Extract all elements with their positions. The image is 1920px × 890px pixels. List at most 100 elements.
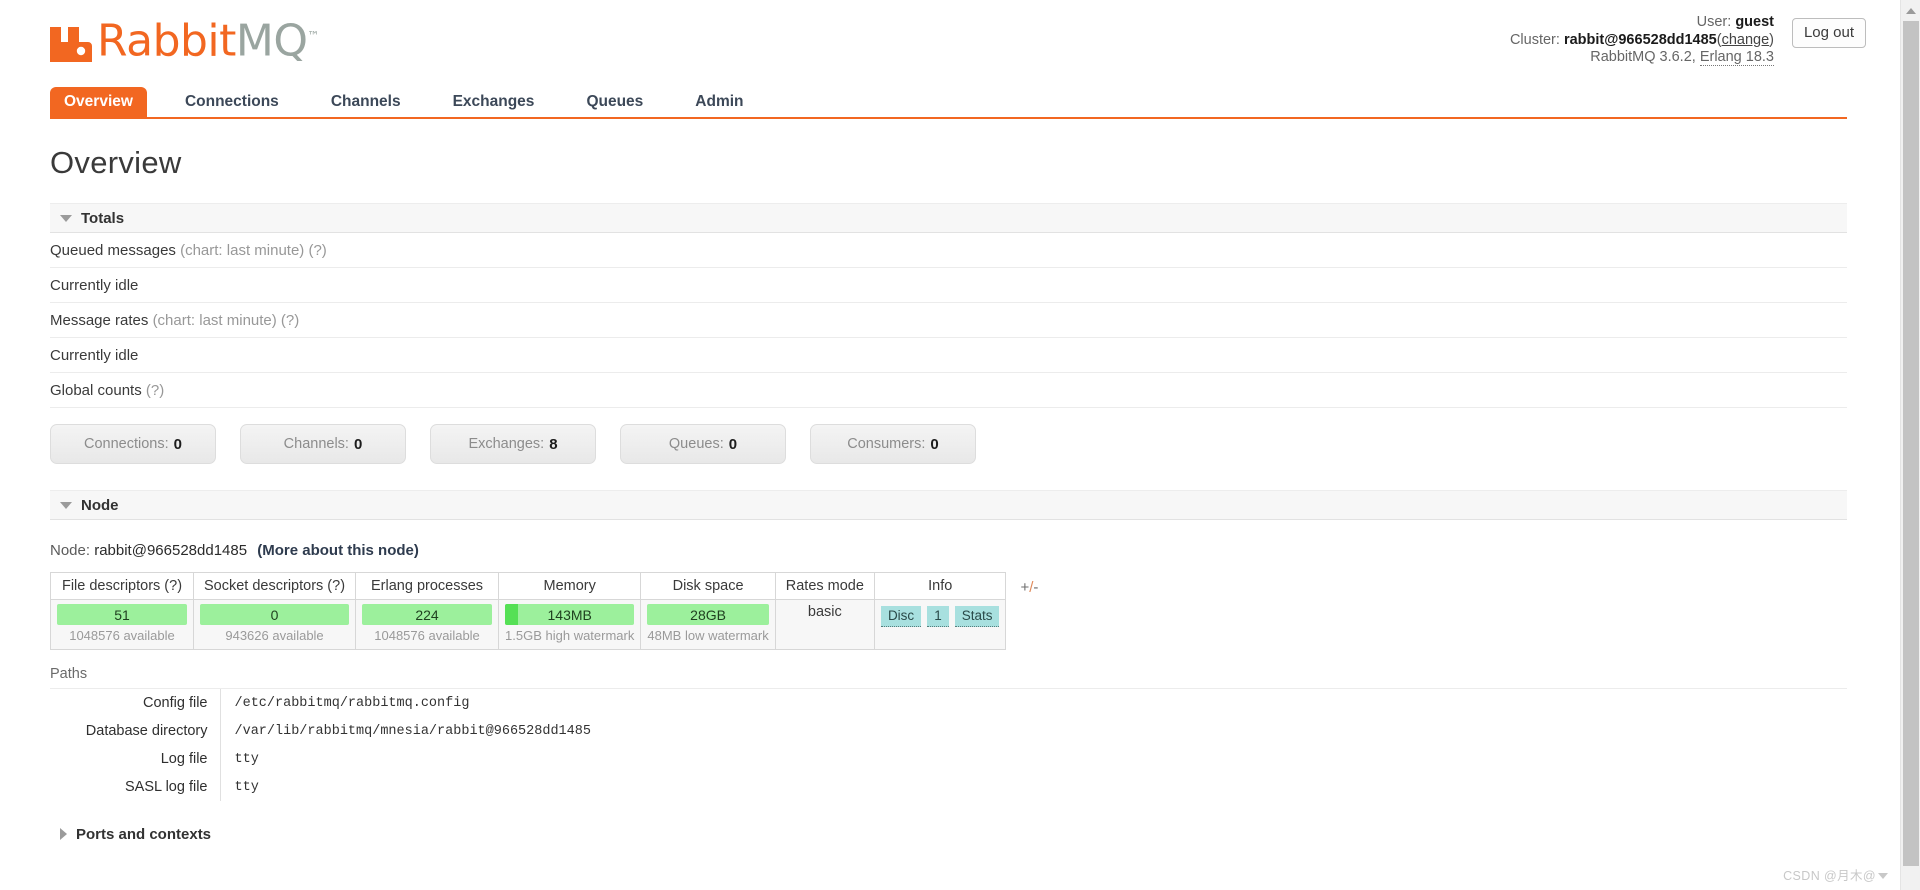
watermark-caret-icon: [1878, 873, 1888, 879]
logo-text-rabbit: Rabbit: [97, 15, 236, 67]
message-rates-note[interactable]: (chart: last minute) (?): [153, 312, 300, 329]
section-header-ports-and-contexts[interactable]: Ports and contexts: [50, 819, 1847, 849]
message-rates-label: Message rates: [50, 312, 149, 329]
info-badge-group: Disc 1 Stats: [880, 604, 1000, 627]
watermark-text: CSDN @月木@: [1783, 869, 1876, 883]
disk-space-note: 48MB low watermark: [647, 628, 769, 643]
rabbitmq-version: RabbitMQ 3.6.2,: [1590, 49, 1696, 65]
memory-bar-fill: [505, 604, 518, 625]
table-row: 51 1048576 available 0 943626 available: [50, 599, 1007, 650]
more-about-node-link[interactable]: (More about this node): [257, 542, 419, 559]
rabbitmq-logo-text: RabbitMQ™: [97, 16, 319, 63]
cell-file-descriptors: 51 1048576 available: [50, 599, 194, 650]
cell-socket-descriptors: 0 943626 available: [192, 599, 357, 650]
count-exchanges-label: Exchanges:: [468, 436, 545, 452]
cell-erlang-processes: 224 1048576 available: [355, 599, 500, 650]
path-label-log-file: Log file: [50, 745, 221, 773]
user-cluster-info: User: guest Cluster: rabbit@966528dd1485…: [1510, 14, 1774, 67]
node-stats-table: File descriptors (?) Socket descriptors …: [50, 572, 1007, 650]
cell-info: Disc 1 Stats: [873, 599, 1007, 650]
badge-stats[interactable]: Stats: [954, 606, 1000, 627]
count-channels[interactable]: Channels: 0: [240, 424, 406, 464]
memory-bar: 143MB: [505, 604, 635, 625]
socket-descriptors-value: 0: [270, 606, 279, 623]
rabbitmq-logo[interactable]: RabbitMQ™: [50, 16, 319, 63]
toggle-columns-button[interactable]: +/-: [1020, 579, 1038, 596]
queued-messages-row: Queued messages (chart: last minute) (?): [50, 233, 1847, 268]
tab-connections[interactable]: Connections: [171, 87, 293, 117]
cluster-change-link[interactable]: change: [1722, 32, 1770, 48]
count-queues-value: 0: [728, 435, 738, 453]
badge-count[interactable]: 1: [927, 606, 949, 627]
message-rates-row: Message rates (chart: last minute) (?): [50, 303, 1847, 338]
tab-admin[interactable]: Admin: [681, 87, 757, 117]
queued-messages-note[interactable]: (chart: last minute) (?): [180, 242, 327, 259]
cluster-row: Cluster: rabbit@966528dd1485(change): [1510, 32, 1774, 50]
count-consumers[interactable]: Consumers: 0: [810, 424, 976, 464]
paths-table: Config file /etc/rabbitmq/rabbitmq.confi…: [50, 689, 591, 801]
tab-overview[interactable]: Overview: [50, 87, 147, 117]
chevron-down-icon: [60, 501, 72, 509]
rabbitmq-management-page: RabbitMQ™ User: guest Cluster: rabbit@96…: [0, 0, 1920, 890]
node-label: Node:: [50, 542, 91, 559]
count-connections-value: 0: [173, 435, 182, 453]
cell-memory: 143MB 1.5GB high watermark: [498, 599, 642, 650]
version-row: RabbitMQ 3.6.2, Erlang 18.3: [1510, 49, 1774, 67]
rabbitmq-logo-icon: [50, 21, 92, 62]
disk-space-value: 28GB: [690, 606, 726, 623]
col-file-descriptors[interactable]: File descriptors (?): [50, 572, 194, 600]
cluster-value: rabbit@966528dd1485: [1563, 31, 1717, 48]
node-stats-header-row: File descriptors (?) Socket descriptors …: [50, 572, 1007, 600]
count-channels-label: Channels:: [283, 436, 349, 452]
cell-rates-mode: basic: [774, 599, 875, 650]
col-disk-space: Disk space: [640, 572, 776, 600]
queued-messages-label: Queued messages: [50, 242, 176, 259]
erlang-processes-bar: 224: [362, 604, 493, 625]
col-erlang-processes: Erlang processes: [355, 572, 500, 600]
section-title-ports-and-contexts: Ports and contexts: [76, 825, 212, 843]
global-counts-buttons: Connections: 0 Channels: 0 Exchanges: 8 Que…: [50, 424, 1900, 464]
page-title: Overview: [50, 145, 182, 180]
chevron-right-icon: [60, 828, 67, 840]
count-connections[interactable]: Connections: 0: [50, 424, 216, 464]
scrollbar-thumb[interactable]: [1903, 21, 1919, 866]
tab-channels[interactable]: Channels: [317, 87, 415, 117]
memory-value: 143MB: [547, 606, 592, 623]
top-bar: RabbitMQ™ User: guest Cluster: rabbit@96…: [0, 0, 1900, 88]
table-row: SASL log file tty: [50, 773, 591, 801]
tab-exchanges[interactable]: Exchanges: [439, 87, 549, 117]
global-counts-note[interactable]: (?): [146, 382, 164, 399]
path-value-log-file: tty: [234, 751, 259, 767]
main-navigation-tabs: Overview Connections Channels Exchanges …: [50, 87, 1847, 119]
section-title-node: Node: [81, 496, 119, 514]
table-row: Config file /etc/rabbitmq/rabbitmq.confi…: [50, 689, 591, 717]
section-header-node[interactable]: Node: [50, 490, 1847, 520]
scrollbar-up-arrow-icon[interactable]: [1901, 0, 1920, 20]
user-label: User:: [1696, 14, 1732, 30]
count-queues[interactable]: Queues: 0: [620, 424, 786, 464]
paths-label: Paths: [50, 666, 1847, 689]
user-row: User: guest: [1510, 14, 1774, 32]
page-content: RabbitMQ™ User: guest Cluster: rabbit@96…: [0, 0, 1900, 849]
count-connections-label: Connections:: [84, 436, 169, 452]
path-label-sasl-log-file: SASL log file: [50, 773, 221, 801]
section-header-totals[interactable]: Totals: [50, 203, 1847, 233]
col-socket-descriptors[interactable]: Socket descriptors (?): [192, 572, 357, 600]
col-memory: Memory: [498, 572, 642, 600]
tab-queues[interactable]: Queues: [572, 87, 657, 117]
path-label-config-file: Config file: [50, 689, 221, 717]
node-stats-area: File descriptors (?) Socket descriptors …: [50, 572, 1900, 650]
erlang-processes-value: 224: [415, 606, 439, 623]
vertical-scrollbar[interactable]: [1900, 0, 1920, 890]
file-descriptors-note: 1048576 available: [69, 628, 175, 643]
table-row: Log file tty: [50, 745, 591, 773]
socket-descriptors-note: 943626 available: [225, 628, 324, 643]
global-counts-label: Global counts: [50, 382, 142, 399]
path-label-database-directory: Database directory: [50, 717, 221, 745]
erlang-version: Erlang 18.3: [1699, 49, 1774, 66]
badge-disc[interactable]: Disc: [880, 606, 922, 627]
logout-button[interactable]: Log out: [1791, 18, 1866, 48]
count-exchanges[interactable]: Exchanges: 8: [430, 424, 596, 464]
erlang-processes-note: 1048576 available: [374, 628, 480, 643]
socket-descriptors-bar: 0: [200, 604, 350, 625]
